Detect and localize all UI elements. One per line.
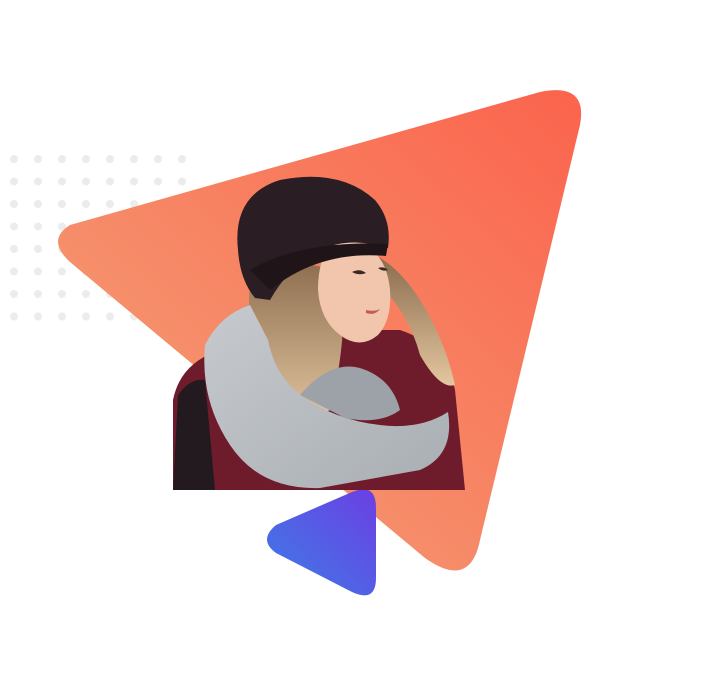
dot [34, 200, 42, 208]
dot [154, 155, 162, 163]
dot [34, 155, 42, 163]
dot [82, 200, 90, 208]
dot [82, 177, 90, 186]
dot [130, 155, 138, 163]
dot [58, 267, 66, 276]
dot [58, 290, 66, 298]
dot [34, 245, 42, 253]
dot [154, 177, 162, 186]
dot [82, 312, 90, 321]
dot [10, 290, 18, 298]
dot [106, 200, 114, 208]
hero-illustration [0, 0, 714, 685]
dot [82, 290, 90, 298]
dot [34, 312, 42, 321]
dot [10, 245, 18, 253]
dot [10, 177, 18, 186]
dot [82, 155, 90, 163]
dot [178, 177, 186, 186]
dot [10, 267, 18, 276]
dot [58, 177, 66, 186]
dot [34, 290, 42, 298]
dot [130, 177, 138, 186]
dot [106, 155, 114, 163]
illustration-canvas [10, 90, 582, 596]
dot [10, 155, 18, 163]
dot [58, 312, 66, 321]
dot [58, 155, 66, 163]
small-play-triangle [267, 489, 376, 596]
dot [58, 200, 66, 208]
dot [178, 155, 186, 163]
dot [10, 200, 18, 208]
dot [34, 267, 42, 276]
dot [34, 222, 42, 231]
dot [10, 222, 18, 231]
dot [106, 177, 114, 186]
dot [106, 312, 114, 321]
dot [10, 312, 18, 321]
dot [34, 177, 42, 186]
